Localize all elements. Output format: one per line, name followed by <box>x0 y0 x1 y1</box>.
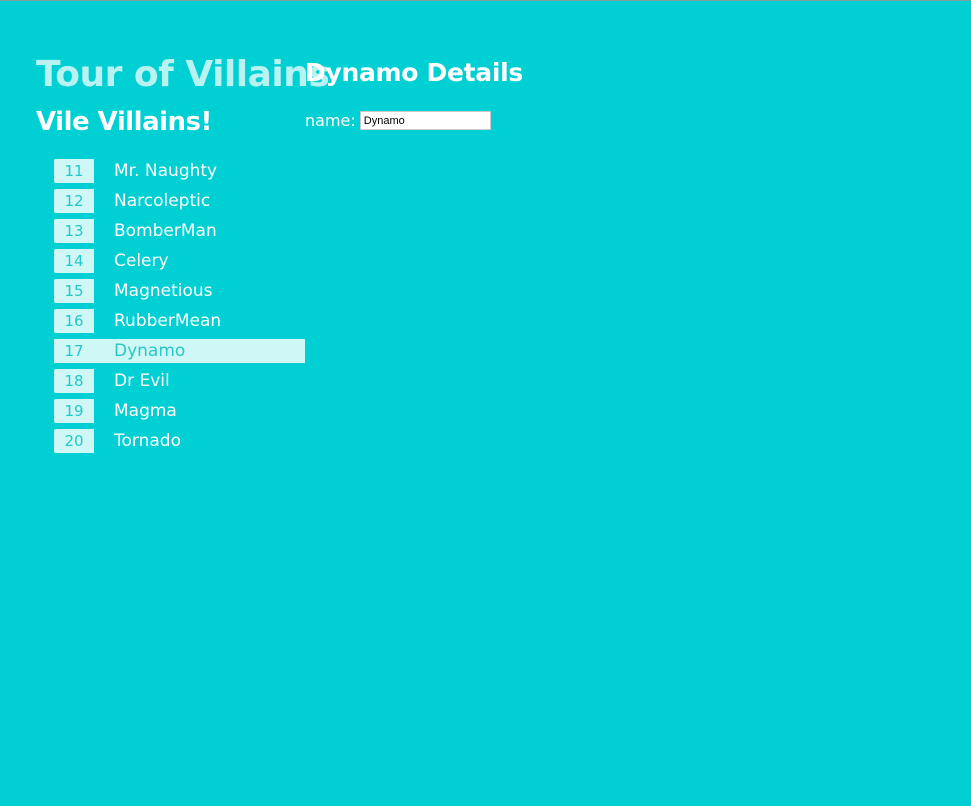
villain-name: Dr Evil <box>114 371 170 391</box>
villain-id-badge: 12 <box>54 189 94 213</box>
villain-id-badge: 15 <box>54 279 94 303</box>
villain-id-badge: 17 <box>54 339 94 363</box>
villain-list-item[interactable]: 13 BomberMan <box>54 219 305 243</box>
villain-list-item[interactable]: 14 Celery <box>54 249 305 273</box>
villain-name: Magnetious <box>114 281 213 301</box>
villain-list-title: Vile Villains! <box>36 107 212 137</box>
villain-name: Dynamo <box>114 341 186 361</box>
name-label: name: <box>305 111 356 130</box>
villain-name: Mr. Naughty <box>114 161 218 181</box>
name-field-row: name: <box>305 111 491 130</box>
villain-list: 11 Mr. Naughty 12 Narcoleptic 13 BomberM… <box>54 159 305 459</box>
villain-list-item[interactable]: 12 Narcoleptic <box>54 189 305 213</box>
villain-name: RubberMean <box>114 311 222 331</box>
villain-list-item[interactable]: 19 Magma <box>54 399 305 423</box>
villain-id-badge: 13 <box>54 219 94 243</box>
villain-id-badge: 20 <box>54 429 94 453</box>
villain-list-item-selected[interactable]: 17 Dynamo <box>54 339 305 363</box>
villain-id-badge: 14 <box>54 249 94 273</box>
villain-list-item[interactable]: 15 Magnetious <box>54 279 305 303</box>
villain-name: Tornado <box>114 431 181 451</box>
villain-list-item[interactable]: 11 Mr. Naughty <box>54 159 305 183</box>
villain-name: Narcoleptic <box>114 191 211 211</box>
villain-list-item[interactable]: 20 Tornado <box>54 429 305 453</box>
villain-id-badge: 11 <box>54 159 94 183</box>
name-input[interactable] <box>359 111 491 130</box>
villain-id-badge: 18 <box>54 369 94 393</box>
villain-name: Magma <box>114 401 177 421</box>
villain-id-badge: 16 <box>54 309 94 333</box>
villain-name: BomberMan <box>114 221 217 241</box>
villain-name: Celery <box>114 251 169 271</box>
villain-list-item[interactable]: 16 RubberMean <box>54 309 305 333</box>
villain-id-badge: 19 <box>54 399 94 423</box>
app-title: Tour of Villains <box>36 54 330 95</box>
details-title: Dynamo Details <box>305 58 523 87</box>
villain-list-item[interactable]: 18 Dr Evil <box>54 369 305 393</box>
